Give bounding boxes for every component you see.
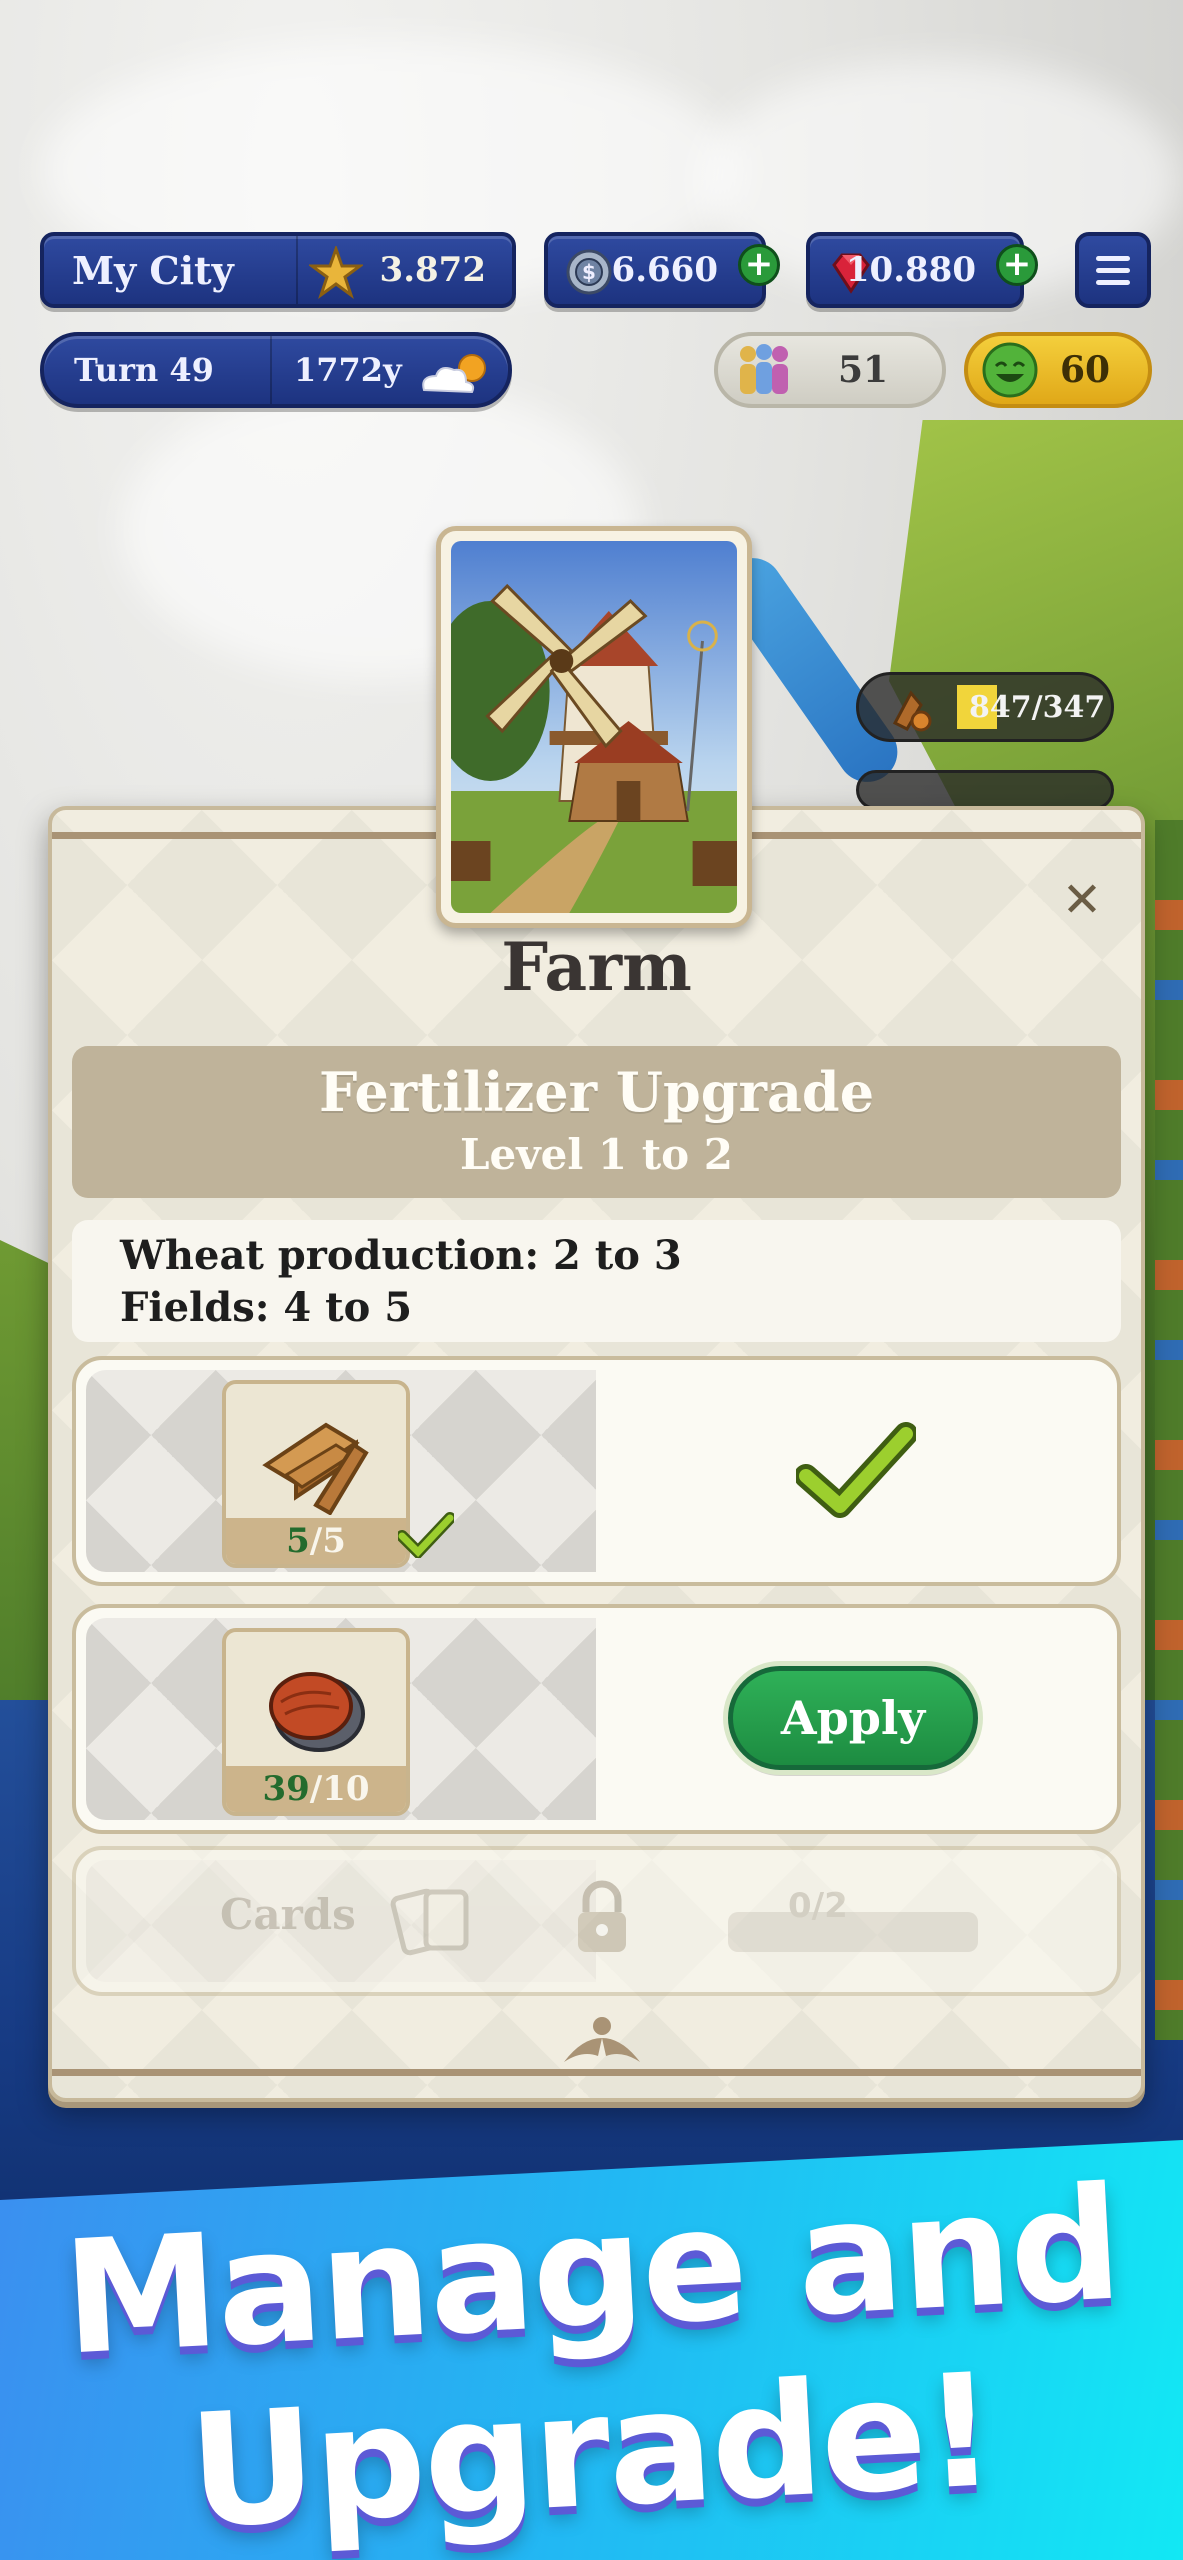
people-icon: [740, 344, 788, 394]
map-resource-counter-2[interactable]: [856, 770, 1114, 810]
effect-line: Wheat production: 2 to 3: [120, 1232, 682, 1279]
leather-icon: [269, 1672, 365, 1752]
requirement-count: 39/10: [226, 1766, 406, 1812]
upgrade-level: Level 1 to 2: [459, 1130, 734, 1179]
city-info-pill[interactable]: My City 3.872: [40, 232, 516, 308]
star-icon: [309, 246, 363, 299]
happiness-pill[interactable]: 60: [964, 332, 1152, 408]
requirement-count: 5/5: [226, 1518, 406, 1564]
requirement-row-wood: 5/5: [72, 1356, 1121, 1586]
upgrade-title: Fertilizer Upgrade: [318, 1060, 875, 1124]
complete-check-icon: [796, 1422, 916, 1518]
population-pill[interactable]: 51: [714, 332, 946, 408]
upgrade-banner: Fertilizer Upgrade Level 1 to 2: [72, 1046, 1121, 1198]
lock-icon: [578, 1880, 626, 1952]
cards-icon: [390, 1888, 469, 1956]
city-score: 3.872: [379, 250, 486, 290]
building-card: [436, 526, 752, 928]
cards-label: Cards: [220, 1890, 356, 1939]
add-gems-button[interactable]: +: [996, 244, 1038, 286]
coins-pill[interactable]: $ 6.660 +: [544, 232, 780, 308]
population-value: 51: [838, 349, 889, 391]
upgrade-effects: Wheat production: 2 to 3 Fields: 4 to 5: [72, 1220, 1121, 1342]
hamburger-icon: [1096, 255, 1130, 261]
menu-button[interactable]: [1075, 232, 1151, 308]
gems-value: 10.880: [845, 250, 976, 290]
coin-icon: $: [566, 249, 612, 295]
year-label: 1772y: [294, 351, 402, 389]
cards-progress-bar: [728, 1912, 978, 1952]
smiley-icon: [982, 342, 1038, 398]
gems-pill[interactable]: 10.880 +: [806, 232, 1038, 308]
apply-button[interactable]: Apply: [728, 1666, 978, 1770]
requirement-item-tile: 5/5: [222, 1380, 410, 1568]
requirement-row-cards: Cards 0/2: [72, 1846, 1121, 1996]
coins-value: 6.660: [611, 250, 718, 290]
windmill-farm-image: [451, 541, 737, 913]
cloud-sun-icon: [422, 354, 486, 394]
svg-text:$: $: [582, 260, 596, 284]
effect-line: Fields: 4 to 5: [120, 1284, 413, 1331]
ornament-icon: [564, 2017, 640, 2062]
turn-info-pill[interactable]: Turn 49 1772y: [40, 332, 512, 408]
city-name: My City: [72, 247, 234, 293]
happiness-value: 60: [1060, 349, 1111, 391]
building-title: Farm: [501, 928, 692, 1006]
requirement-row-leather: 39/10 Apply: [72, 1604, 1121, 1834]
wood-planks-icon: [262, 1422, 369, 1515]
map-buildings-edge[interactable]: [1155, 820, 1183, 2040]
add-coins-button[interactable]: +: [738, 244, 780, 286]
cards-progress: 0/2: [788, 1886, 848, 1926]
map-resource-value: 847/347: [969, 689, 1106, 725]
turn-label: Turn 49: [74, 351, 214, 389]
requirement-item-tile: 39/10: [222, 1628, 410, 1816]
map-resource-counter[interactable]: 847/347: [856, 672, 1114, 742]
close-icon[interactable]: ✕: [1052, 870, 1112, 930]
small-check-icon: [398, 1512, 454, 1558]
crops-icon: [892, 690, 932, 732]
